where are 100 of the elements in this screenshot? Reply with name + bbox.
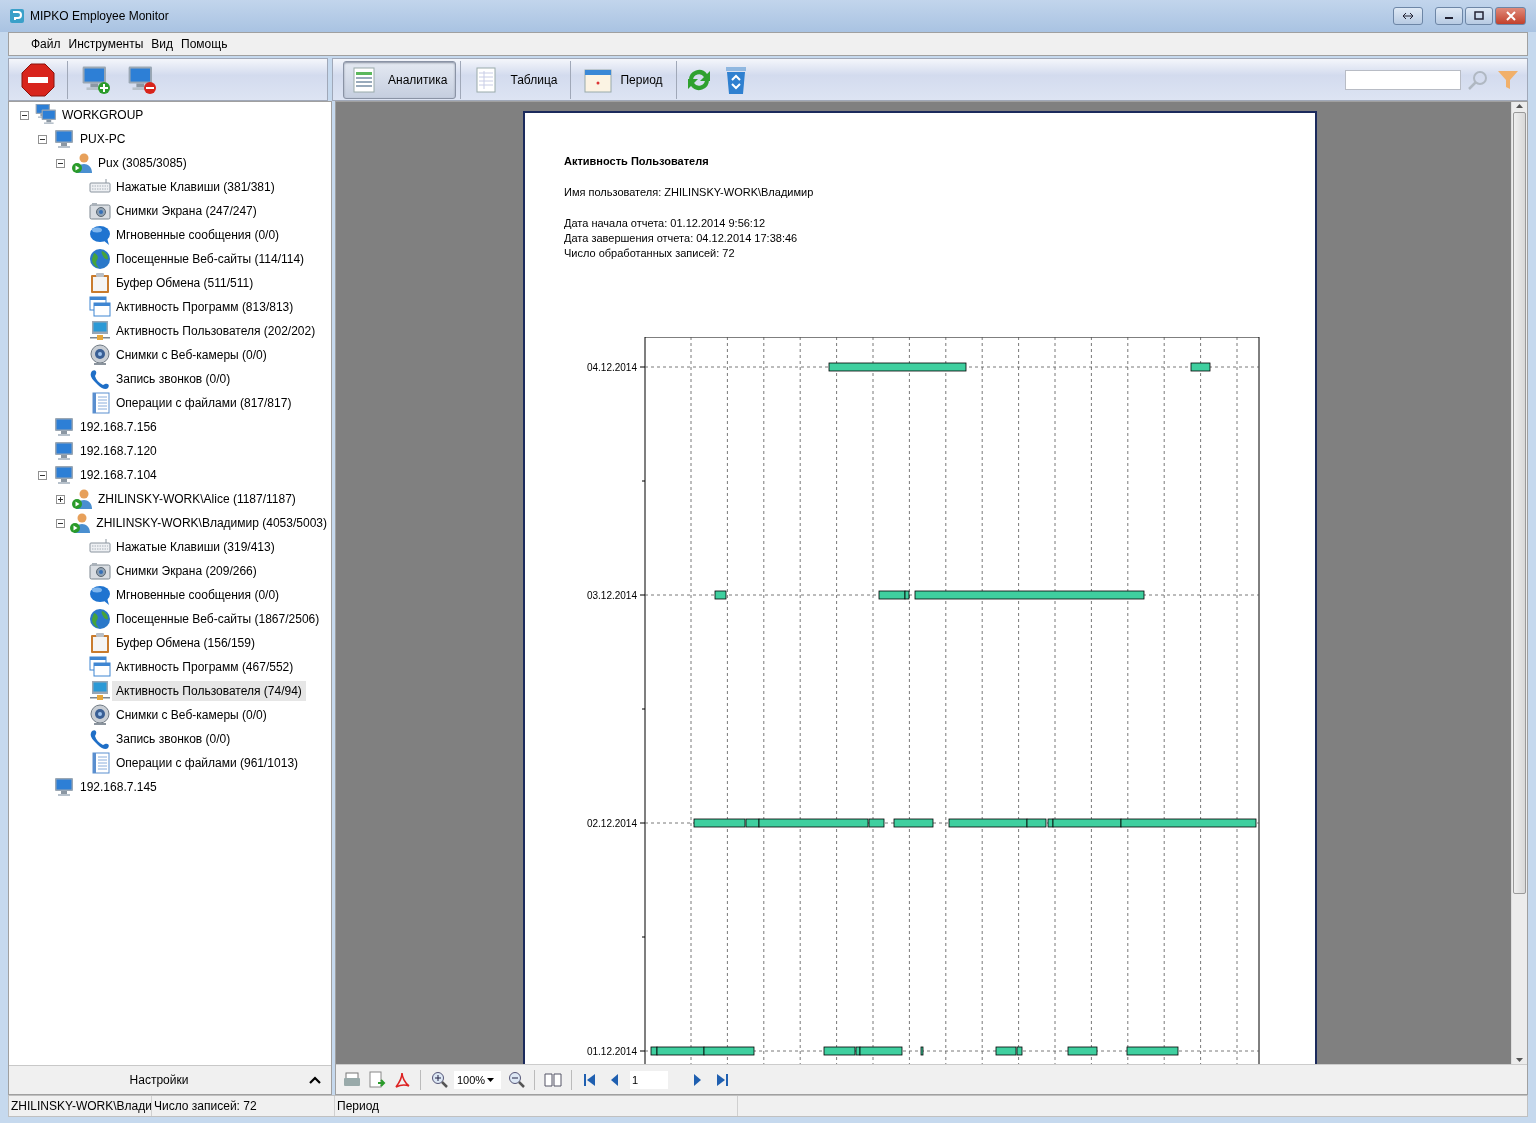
tree-item[interactable]: 192.168.7.156	[76, 417, 161, 437]
expand-toggle[interactable]	[38, 134, 47, 144]
calendar-icon	[584, 66, 613, 93]
tree-item[interactable]: Буфер Обмена (511/511)	[112, 273, 258, 293]
tree-item[interactable]: Мгновенные сообщения (0/0)	[112, 225, 284, 245]
tree-item[interactable]: Снимки Экрана (209/266)	[112, 561, 261, 581]
menu-item[interactable]: Инструменты	[64, 37, 148, 51]
view-tab[interactable]: Период	[575, 60, 672, 99]
globe-icon	[89, 608, 111, 630]
date-label: 02.12.2014	[586, 818, 637, 829]
tree-item[interactable]: Посещенные Веб-сайты (114/114)	[112, 249, 309, 269]
date-label: 04.12.2014	[586, 362, 637, 373]
document-icon	[89, 392, 111, 414]
export-button[interactable]	[367, 1069, 387, 1090]
document-icon	[89, 752, 111, 774]
export-icon	[368, 1070, 386, 1089]
tree-item[interactable]: Операции с файлами (817/817)	[112, 393, 296, 413]
tree-item[interactable]: ZHILINSKY-WORK\Alice (1187/1187)	[94, 489, 300, 509]
computers-icon	[35, 104, 57, 126]
scroll-down-icon	[1515, 1056, 1524, 1064]
user-icon	[69, 512, 92, 534]
windows-icon	[89, 656, 111, 678]
expand-toggle[interactable]	[38, 470, 47, 480]
scrollbar[interactable]	[1511, 102, 1527, 1064]
clipboard-icon	[89, 632, 111, 654]
stop-button[interactable]	[19, 60, 57, 99]
dropdown-caret-icon	[487, 1077, 495, 1082]
zoom-out-icon	[507, 1070, 525, 1089]
filter-icon	[1497, 68, 1519, 91]
tree-item[interactable]: WORKGROUP	[58, 105, 148, 125]
menu-item[interactable]: Помощь	[177, 37, 232, 51]
app-logo-icon	[10, 9, 24, 23]
expand-toggle[interactable]	[20, 110, 29, 120]
zoom-in-icon	[430, 1070, 448, 1089]
resize-button[interactable]	[1393, 7, 1423, 25]
activity-bar	[1126, 1046, 1179, 1056]
tree-item[interactable]: Pux (3085/3085)	[94, 153, 191, 173]
print-icon	[343, 1070, 361, 1089]
activity-bar	[1067, 1046, 1098, 1056]
monitor-icon	[89, 680, 111, 702]
expand-toggle[interactable]	[56, 158, 65, 168]
maximize-icon	[1472, 11, 1486, 21]
tree-item[interactable]: Снимки с Веб-камеры (0/0)	[112, 345, 271, 365]
tree-item[interactable]: Активность Пользователя (74/94)	[112, 681, 306, 701]
tree-item[interactable]: Снимки Экрана (247/247)	[112, 201, 261, 221]
zoom-dropdown[interactable]: 100%	[454, 1070, 501, 1089]
tree-item[interactable]: Запись звонков (0/0)	[112, 729, 235, 749]
tree-item[interactable]: 192.168.7.104	[76, 465, 161, 485]
monitor-icon	[53, 416, 75, 438]
activity-bar	[714, 590, 727, 600]
phone-icon	[89, 728, 111, 750]
tree-item[interactable]: Активность Программ (467/552)	[112, 657, 298, 677]
tree-item[interactable]: Запись звонков (0/0)	[112, 369, 235, 389]
zoom-in-button[interactable]	[429, 1069, 449, 1090]
tree-item[interactable]: 192.168.7.145	[76, 777, 161, 797]
date-label: 01.12.2014	[586, 1046, 637, 1057]
view-tab[interactable]: Аналитика	[343, 60, 457, 99]
date-label: 03.12.2014	[586, 590, 637, 601]
monitor-icon	[53, 128, 75, 150]
speech-bubble-icon	[89, 584, 111, 606]
clipboard-icon	[89, 272, 111, 294]
close-icon	[1503, 11, 1518, 21]
close-button[interactable]	[1495, 7, 1526, 25]
book-icon	[544, 1070, 562, 1089]
globe-icon	[89, 248, 111, 270]
tree-item[interactable]: Активность Программ (813/813)	[112, 297, 298, 317]
chevron-up-icon	[309, 1076, 321, 1084]
zoom-out-button[interactable]	[506, 1069, 526, 1090]
menu-item[interactable]: Файл	[27, 37, 65, 51]
tree-item[interactable]: Нажатые Клавиши (319/413)	[112, 537, 279, 557]
camera-icon	[89, 200, 111, 222]
tree-item[interactable]: Посещенные Веб-сайты (1867/2506)	[112, 609, 324, 629]
status-text: Период	[335, 1096, 738, 1116]
tree-item[interactable]: 192.168.7.120	[76, 441, 161, 461]
user-icon	[71, 152, 93, 174]
expand-toggle[interactable]	[56, 494, 65, 504]
tree-item[interactable]: PUX-PC	[76, 129, 130, 149]
minimize-button[interactable]	[1435, 7, 1463, 25]
tree-item[interactable]: Операции с файлами (961/1013)	[112, 753, 303, 773]
menu-item[interactable]: Вид	[147, 37, 178, 51]
search-field[interactable]	[1345, 69, 1461, 90]
window-title: MIPKO Employee Monitor	[30, 9, 169, 23]
report-info: Число обработанных записей: 72	[564, 246, 736, 261]
expand-toggle[interactable]	[56, 518, 65, 528]
tree-item[interactable]: Мгновенные сообщения (0/0)	[112, 585, 284, 605]
maximize-button[interactable]	[1465, 7, 1493, 25]
tree-item[interactable]: Снимки с Веб-камеры (0/0)	[112, 705, 271, 725]
resize-icon	[1401, 11, 1415, 21]
page-field[interactable]: 1	[630, 1070, 668, 1089]
tree-item[interactable]: Буфер Обмена (156/159)	[112, 633, 259, 653]
pdf-icon	[393, 1070, 411, 1089]
activity-bar	[1190, 362, 1211, 372]
tree-item[interactable]: ZHILINSKY-WORK\Владимир (4053/5003)	[92, 513, 331, 533]
tree-item[interactable]: Нажатые Клавиши (381/381)	[112, 177, 279, 197]
tree-item[interactable]: Активность Пользователя (202/202)	[112, 321, 320, 341]
settings-label: Настройки	[128, 1073, 190, 1087]
view-tab[interactable]: Таблица	[465, 60, 567, 99]
speech-bubble-icon	[89, 224, 111, 246]
windows-icon	[89, 296, 111, 318]
phone-icon	[89, 368, 111, 390]
